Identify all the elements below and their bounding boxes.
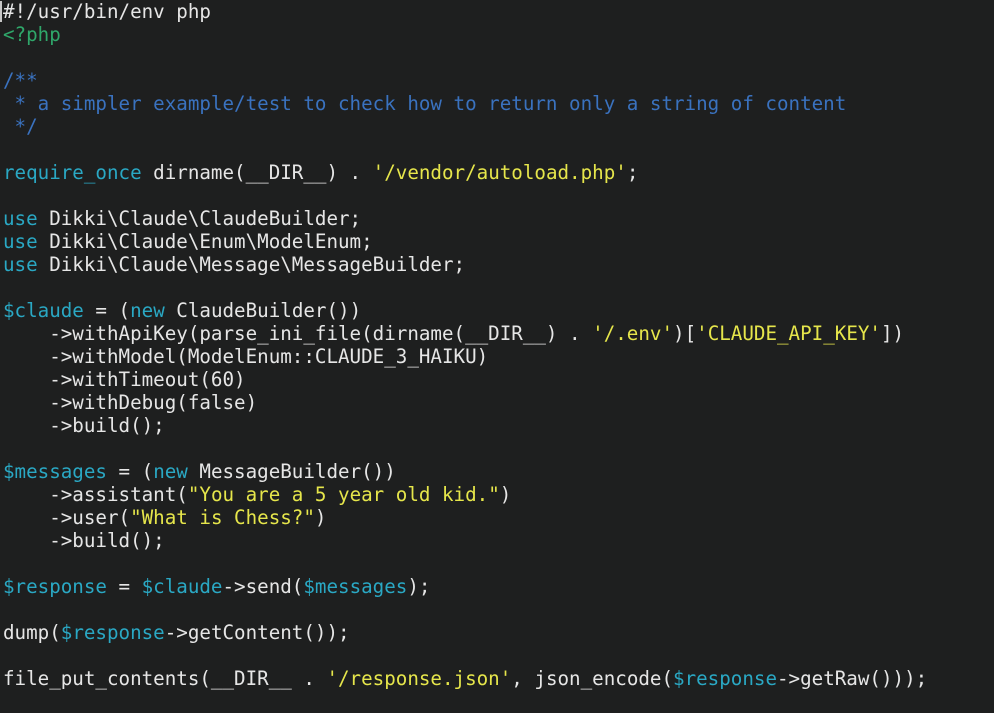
code-line: use Dikki\Claude\Enum\ModelEnum; <box>0 230 994 253</box>
code-token-plain: ->withTimeout(60) <box>3 368 246 391</box>
code-line: ​ <box>0 598 994 621</box>
code-token-plain: , json_encode( <box>511 667 674 690</box>
code-line: ​ <box>0 46 994 69</box>
code-line: ->assistant("You are a 5 year old kid.") <box>0 483 994 506</box>
code-token-plain: ) <box>314 506 327 529</box>
code-line: $response = $claude->send($messages); <box>0 575 994 598</box>
code-token-plain: Dikki\Claude\Message\MessageBuilder; <box>37 253 466 276</box>
code-line: /** <box>0 69 994 92</box>
code-token-plain: MessageBuilder()) <box>187 460 396 483</box>
code-line: dump($response->getContent()); <box>0 621 994 644</box>
code-line: file_put_contents(__DIR__ . '/response.j… <box>0 667 994 690</box>
code-token-plain: Dikki\Claude\Enum\ModelEnum; <box>37 230 373 253</box>
code-token-var: $claude <box>3 299 84 322</box>
code-token-plain: = <box>106 575 142 598</box>
code-token-plain: ClaudeBuilder()) <box>164 299 362 322</box>
code-token-plain: ->getRaw())); <box>777 667 928 690</box>
code-token-plain: ]) <box>880 322 905 345</box>
code-line: use Dikki\Claude\Message\MessageBuilder; <box>0 253 994 276</box>
code-line: ->withTimeout(60) <box>0 368 994 391</box>
code-token-plain: ->assistant( <box>3 483 188 506</box>
code-line: ->withModel(ModelEnum::CLAUDE_3_HAIKU) <box>0 345 994 368</box>
code-token-plain: ->getContent()); <box>164 621 350 644</box>
code-token-plain: file_put_contents(__DIR__ . <box>3 667 327 690</box>
code-token-plain: ->withDebug(false) <box>3 391 258 414</box>
code-token-string: "You are a 5 year old kid." <box>187 483 500 506</box>
code-line: <?php <box>0 23 994 46</box>
code-line: */ <box>0 115 994 138</box>
code-line: use Dikki\Claude\ClaudeBuilder; <box>0 207 994 230</box>
code-line: #!/usr/bin/env php <box>0 0 994 23</box>
code-token-keyword: use <box>3 207 38 230</box>
code-token-plain: )[ <box>673 322 697 345</box>
code-token-var: $claude <box>141 575 223 598</box>
code-token-keyword: use <box>3 253 38 276</box>
code-token-string: '/response.json' <box>326 667 512 690</box>
code-content[interactable]: #!/usr/bin/env php<?php​/** * a simpler … <box>0 0 994 690</box>
code-token-comment: */ <box>3 115 38 138</box>
code-token-keyword: new <box>130 299 165 322</box>
code-token-plain: ); <box>407 575 431 598</box>
code-line: $claude = (new ClaudeBuilder()) <box>0 299 994 322</box>
code-token-var: $response <box>60 621 165 644</box>
code-line: ->build(); <box>0 529 994 552</box>
code-line: ​ <box>0 138 994 161</box>
code-token-plain: ->build(); <box>3 414 165 437</box>
code-token-var: $messages <box>3 460 107 483</box>
code-token-keyword: new <box>153 460 188 483</box>
code-token-plain: ) <box>499 483 512 506</box>
code-line: ->withApiKey(parse_ini_file(dirname(__DI… <box>0 322 994 345</box>
text-cursor <box>0 1 2 22</box>
code-line: ->withDebug(false) <box>0 391 994 414</box>
code-token-comment: /** <box>3 69 38 92</box>
code-token-plain: dirname(__DIR__) . <box>141 161 373 184</box>
code-token-string: "What is Chess?" <box>130 506 315 529</box>
code-token-plain: = ( <box>106 460 154 483</box>
code-token-var: $response <box>3 575 107 598</box>
code-line: require_once dirname(__DIR__) . '/vendor… <box>0 161 994 184</box>
code-token-plain: ->withModel(ModelEnum::CLAUDE_3_HAIKU) <box>3 345 489 368</box>
code-token-tag: <?php <box>3 23 61 46</box>
code-token-plain: dump( <box>3 621 61 644</box>
code-line: ​ <box>0 184 994 207</box>
code-line: $messages = (new MessageBuilder()) <box>0 460 994 483</box>
code-token-string: '/vendor/autoload.php' <box>372 161 627 184</box>
code-token-plain: Dikki\Claude\ClaudeBuilder; <box>37 207 362 230</box>
code-token-plain: = ( <box>83 299 131 322</box>
code-token-var: $response <box>673 667 777 690</box>
code-token-keyword: use <box>3 230 38 253</box>
code-line: ​ <box>0 276 994 299</box>
code-line: ->build(); <box>0 414 994 437</box>
code-line: ​ <box>0 644 994 667</box>
code-token-plain: ->user( <box>3 506 131 529</box>
code-token-string: 'CLAUDE_API_KEY' <box>696 322 881 345</box>
code-token-plain: ->withApiKey(parse_ini_file(dirname(__DI… <box>3 322 593 345</box>
code-token-string: '/.env' <box>592 322 674 345</box>
code-token-plain: ->build(); <box>3 529 165 552</box>
code-line: * a simpler example/test to check how to… <box>0 92 994 115</box>
code-token-plain: #!/usr/bin/env php <box>3 0 211 23</box>
code-token-plain: ; <box>626 161 639 184</box>
code-editor-surface[interactable]: #!/usr/bin/env php<?php​/** * a simpler … <box>0 0 994 713</box>
code-token-keyword: require_once <box>3 161 142 184</box>
code-token-plain: ->send( <box>222 575 304 598</box>
code-token-var: $messages <box>303 575 408 598</box>
code-line: ​ <box>0 437 994 460</box>
code-line: ->user("What is Chess?") <box>0 506 994 529</box>
code-line: ​ <box>0 552 994 575</box>
code-token-comment: * a simpler example/test to check how to… <box>3 92 847 115</box>
